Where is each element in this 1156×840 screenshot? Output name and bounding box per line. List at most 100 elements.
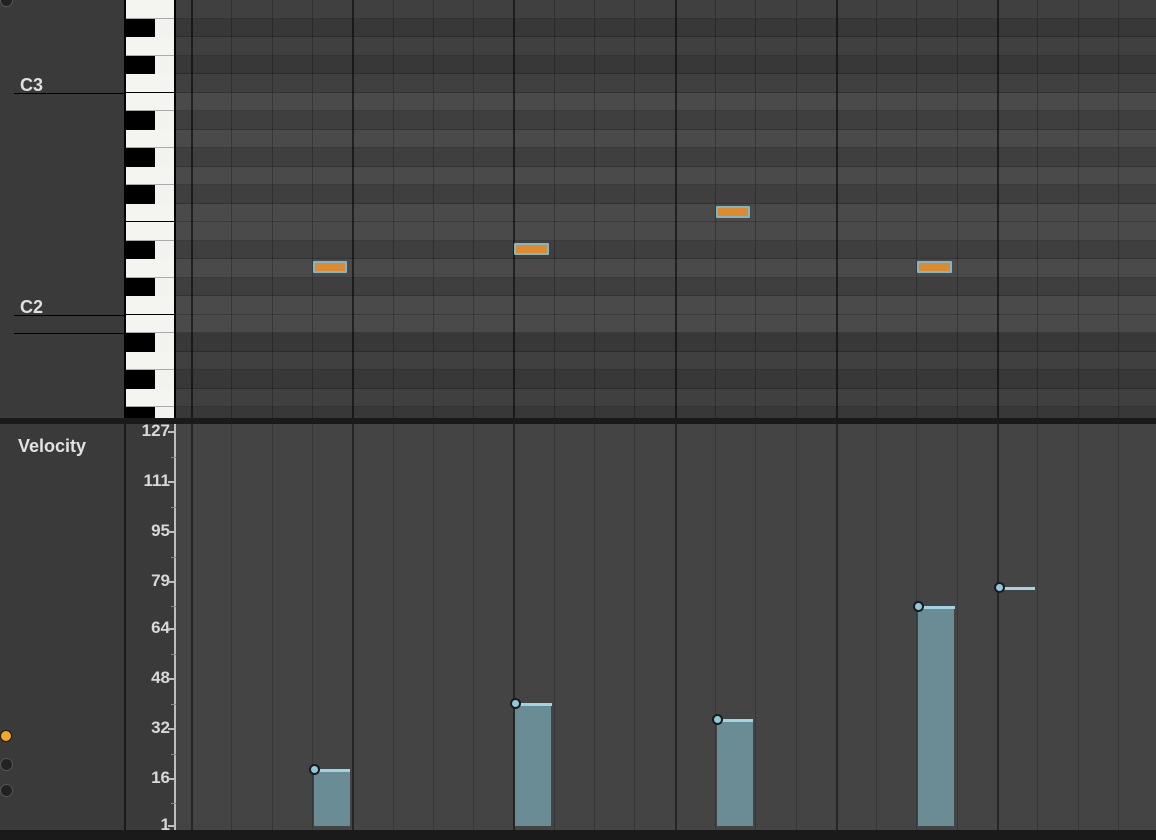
grid-line bbox=[957, 424, 958, 830]
piano-key[interactable] bbox=[126, 259, 174, 278]
piano-key[interactable] bbox=[126, 0, 174, 19]
grid-line bbox=[231, 0, 232, 418]
fold-button-icon[interactable] bbox=[0, 0, 13, 7]
velocity-grid[interactable] bbox=[176, 424, 1156, 830]
grid-line bbox=[916, 0, 917, 418]
piano-key[interactable] bbox=[126, 296, 174, 315]
piano-key[interactable] bbox=[126, 315, 174, 334]
note-row[interactable] bbox=[176, 352, 1156, 371]
piano-key[interactable] bbox=[126, 278, 155, 297]
piano-roll-gutter: C3 C2 bbox=[0, 0, 124, 418]
midi-note[interactable] bbox=[917, 261, 951, 273]
note-row[interactable] bbox=[176, 370, 1156, 389]
grid-line bbox=[1118, 424, 1119, 830]
note-row[interactable] bbox=[176, 296, 1156, 315]
piano-key[interactable] bbox=[126, 37, 174, 56]
grid-line bbox=[1037, 0, 1038, 418]
velocity-marker-handle[interactable] bbox=[994, 582, 1005, 593]
grid-line bbox=[836, 424, 838, 830]
note-row[interactable] bbox=[176, 407, 1156, 418]
midi-editor: C3 C2 Velocity 1271119579644832161 bbox=[0, 0, 1156, 840]
piano-key[interactable] bbox=[126, 370, 155, 389]
note-row[interactable] bbox=[176, 148, 1156, 167]
grid-line bbox=[634, 424, 635, 830]
grid-line bbox=[876, 0, 877, 418]
note-row[interactable] bbox=[176, 74, 1156, 93]
midi-note[interactable] bbox=[514, 243, 548, 255]
velocity-bar[interactable] bbox=[717, 720, 753, 826]
note-row[interactable] bbox=[176, 37, 1156, 56]
piano-key[interactable] bbox=[126, 241, 155, 260]
note-row[interactable] bbox=[176, 167, 1156, 186]
note-grid[interactable] bbox=[176, 0, 1156, 418]
velocity-marker-handle[interactable] bbox=[712, 714, 723, 725]
grid-line bbox=[796, 0, 797, 418]
grid-line bbox=[191, 0, 193, 418]
grid-line bbox=[916, 424, 917, 830]
grid-line bbox=[796, 424, 797, 830]
velocity-bar[interactable] bbox=[314, 770, 350, 826]
velocity-marker-handle[interactable] bbox=[309, 764, 320, 775]
velocity-axis: 1271119579644832161 bbox=[124, 424, 176, 830]
note-row[interactable] bbox=[176, 19, 1156, 38]
grid-line bbox=[393, 424, 394, 830]
piano-key[interactable] bbox=[126, 19, 155, 38]
note-row[interactable] bbox=[176, 389, 1156, 408]
lane-toggle-button[interactable] bbox=[0, 784, 13, 797]
grid-line bbox=[352, 424, 354, 830]
grid-line bbox=[554, 0, 555, 418]
piano-key[interactable] bbox=[126, 111, 155, 130]
lane-toggle-button[interactable] bbox=[0, 758, 13, 771]
piano-key[interactable] bbox=[126, 56, 155, 75]
note-row[interactable] bbox=[176, 278, 1156, 297]
grid-line bbox=[675, 424, 677, 830]
note-row[interactable] bbox=[176, 222, 1156, 241]
grid-line bbox=[352, 0, 354, 418]
grid-line bbox=[1078, 0, 1079, 418]
grid-line bbox=[231, 424, 232, 830]
velocity-indicator-icon[interactable] bbox=[0, 730, 12, 742]
note-row[interactable] bbox=[176, 111, 1156, 130]
velocity-bar[interactable] bbox=[918, 607, 954, 826]
grid-line bbox=[997, 0, 999, 418]
piano-key[interactable] bbox=[126, 352, 174, 371]
piano-keyboard[interactable] bbox=[124, 0, 176, 418]
piano-key[interactable] bbox=[126, 204, 174, 223]
velocity-tick-label: 127 bbox=[142, 421, 170, 441]
grid-line bbox=[272, 0, 273, 418]
grid-line bbox=[876, 424, 877, 830]
note-row[interactable] bbox=[176, 204, 1156, 223]
note-row[interactable] bbox=[176, 0, 1156, 19]
grid-line bbox=[513, 0, 515, 418]
grid-line bbox=[433, 424, 434, 830]
velocity-lane: Velocity 1271119579644832161 bbox=[0, 418, 1156, 830]
octave-label: C3 bbox=[20, 75, 43, 96]
grid-line bbox=[473, 0, 474, 418]
octave-label: C2 bbox=[20, 297, 43, 318]
note-row[interactable] bbox=[176, 185, 1156, 204]
grid-line bbox=[675, 0, 677, 418]
velocity-bar[interactable] bbox=[515, 704, 551, 826]
piano-key[interactable] bbox=[126, 74, 174, 93]
piano-key[interactable] bbox=[126, 130, 174, 149]
piano-key[interactable] bbox=[126, 222, 174, 241]
note-row[interactable] bbox=[176, 130, 1156, 149]
grid-line bbox=[191, 424, 193, 830]
note-row[interactable] bbox=[176, 56, 1156, 75]
note-row[interactable] bbox=[176, 315, 1156, 334]
note-row[interactable] bbox=[176, 333, 1156, 352]
midi-note[interactable] bbox=[313, 261, 347, 273]
velocity-lane-title: Velocity bbox=[18, 436, 86, 457]
piano-key[interactable] bbox=[126, 389, 174, 408]
piano-key[interactable] bbox=[126, 167, 174, 186]
grid-line bbox=[634, 0, 635, 418]
grid-line bbox=[755, 0, 756, 418]
note-row[interactable] bbox=[176, 241, 1156, 260]
midi-note[interactable] bbox=[716, 206, 750, 218]
piano-key[interactable] bbox=[126, 333, 155, 352]
grid-line bbox=[312, 0, 313, 418]
piano-key[interactable] bbox=[126, 185, 155, 204]
note-row[interactable] bbox=[176, 93, 1156, 112]
piano-key[interactable] bbox=[126, 148, 155, 167]
piano-key[interactable] bbox=[126, 93, 174, 112]
